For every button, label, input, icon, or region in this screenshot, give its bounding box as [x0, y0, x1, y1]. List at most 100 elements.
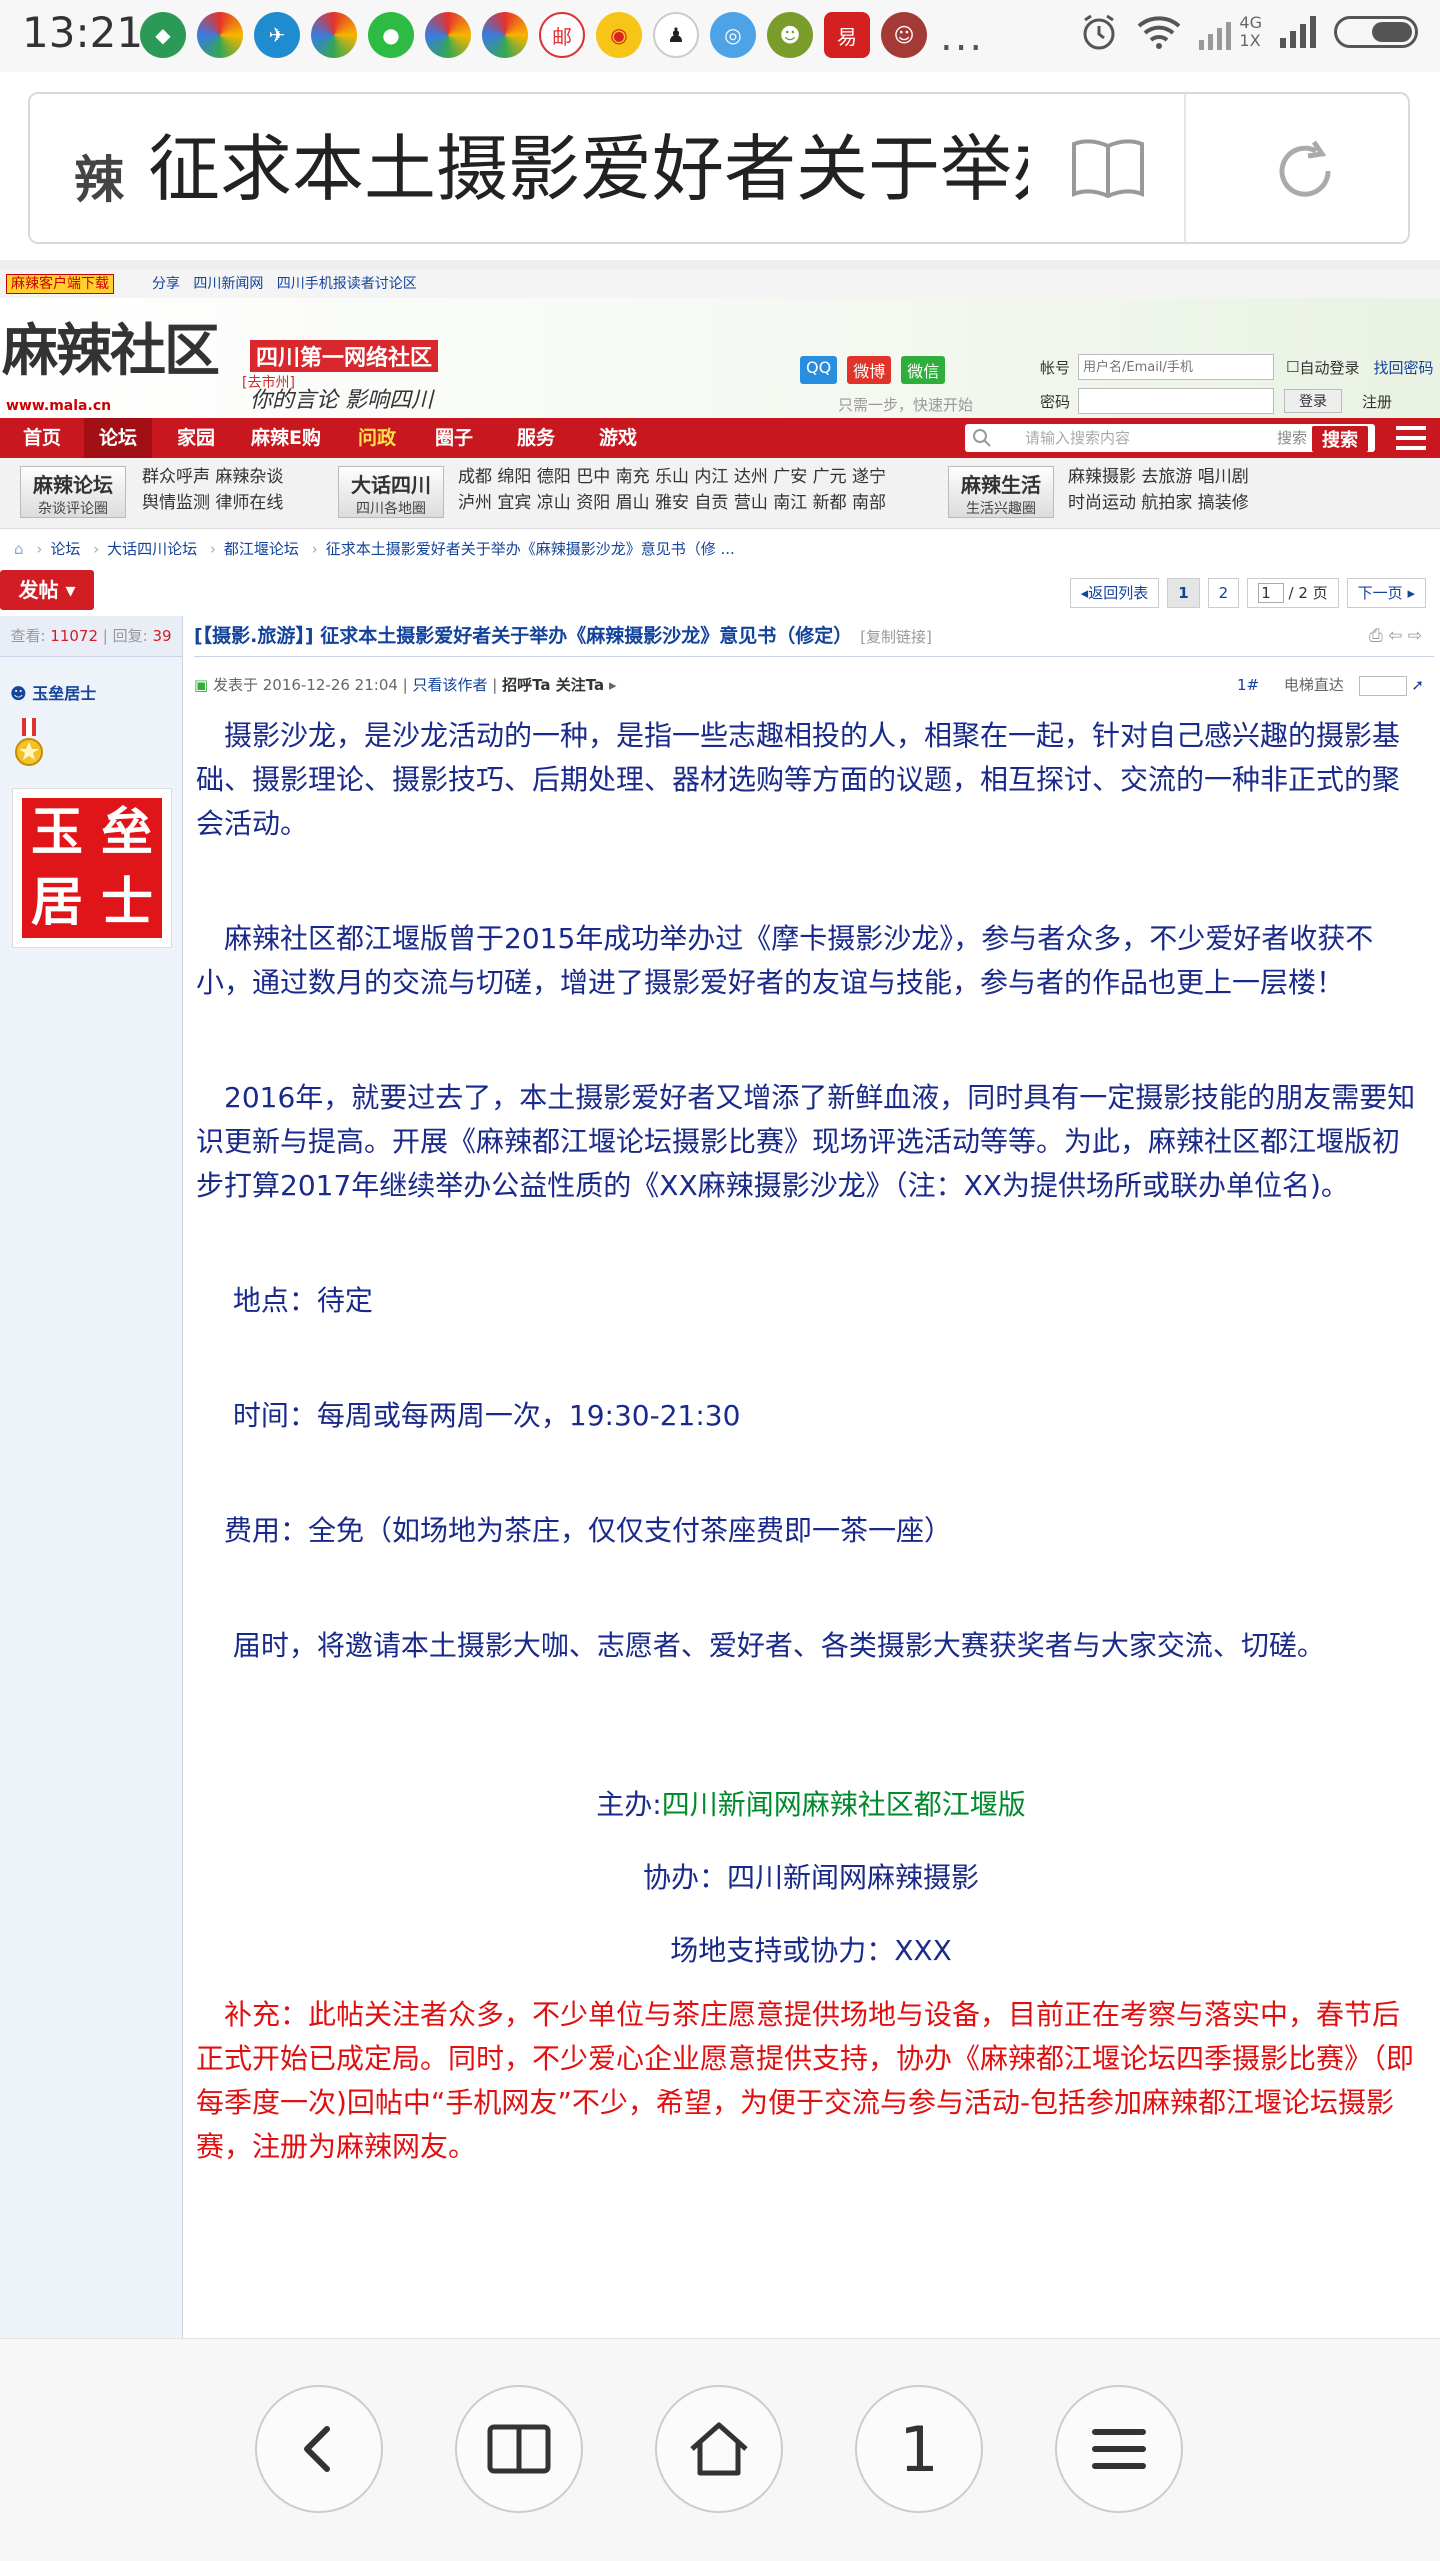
- subnav-group-life[interactable]: 麻辣生活 生活兴趣圈: [948, 466, 1054, 518]
- scol-link[interactable]: 四川新闻网: [193, 276, 263, 292]
- weibo-login-button[interactable]: 微博: [847, 356, 892, 384]
- medal-icon: [15, 718, 43, 766]
- paragraph-plan: 2016年，就要过去了，本土摄影爱好者又增添了新鲜血液，同时具有一定摄影技能的朋…: [196, 1081, 1416, 1202]
- account-input[interactable]: [1078, 354, 1275, 380]
- signal-icon: 4G 1X: [1199, 14, 1262, 50]
- qq-icon: ♟: [653, 12, 699, 58]
- next-page-button[interactable]: 下一页 ▸: [1346, 578, 1426, 608]
- elevator-input[interactable]: [1358, 675, 1407, 696]
- page-1[interactable]: 1: [1167, 578, 1200, 608]
- social-note: 只需一步，快速开始: [838, 396, 974, 414]
- main-nav: 首页 论坛 家园 麻辣E购 问政 圈子 服务 游戏 请输入搜索内容 搜索 搜索: [0, 418, 1440, 458]
- game-icon: ☻: [767, 12, 813, 58]
- only-author-link[interactable]: 只看该作者: [413, 676, 488, 694]
- toolbar-separator: [0, 260, 1440, 270]
- shield-icon: ◆: [140, 12, 186, 58]
- qq-login-button[interactable]: QQ: [800, 356, 838, 384]
- breadcrumb-forum[interactable]: 论坛: [50, 540, 80, 558]
- menu-icon: [1092, 2429, 1146, 2469]
- back-to-list-button[interactable]: ◂返回列表: [1069, 578, 1160, 608]
- app-icon: ◎: [710, 12, 756, 58]
- more-notifications: ...: [940, 14, 985, 60]
- online-icon: ▣: [194, 676, 209, 694]
- thread-stats: 查看: 11072 | 回复: 39: [0, 616, 182, 657]
- subnav-group-sub: 生活兴趣圈: [966, 501, 1036, 517]
- nav-home-space[interactable]: 家园: [156, 418, 236, 458]
- detail-place: 地点：待定: [196, 1284, 373, 1317]
- subnav-group-title: 麻辣生活: [961, 473, 1041, 497]
- status-bar: 13:21 ◆ ✈ ● 邮 ◉ ♟ ◎ ☻ 易 ☺ ... 4G 1X: [0, 0, 1440, 72]
- home-icon[interactable]: ⌂: [14, 540, 24, 558]
- site-header: 麻辣社区 www.mala.cn 四川第一网络社区 [去市州] 你的言论 影响四…: [0, 298, 1440, 418]
- reader-mode-icon[interactable]: [1070, 136, 1146, 200]
- paragraph-intro: 摄影沙龙，是沙龙活动的一种，是指一些志趣相投的人，相聚在一起，针对自己感兴趣的摄…: [196, 719, 1401, 840]
- nav-circles[interactable]: 圈子: [414, 418, 494, 458]
- subnav-links-mala[interactable]: 群众呼声 麻辣杂谈 舆情监测 律师在线: [142, 464, 283, 516]
- login-form: 帐号 ☐ 自动登录 找回密码 密码 登录 注册: [1040, 350, 1434, 418]
- floor-number[interactable]: 1#: [1237, 676, 1259, 694]
- go-icon[interactable]: ➚: [1411, 676, 1424, 694]
- network-type-secondary: 1X: [1239, 31, 1261, 50]
- subnav-group-sichuan[interactable]: 大话四川 四川各地圈: [338, 466, 444, 518]
- nav-home[interactable]: 首页: [0, 418, 84, 458]
- author-name[interactable]: ☻ 玉垒居士: [10, 680, 96, 704]
- greet-follow-link[interactable]: 招呼Ta 关注Ta: [502, 676, 604, 694]
- reload-icon[interactable]: [1270, 136, 1340, 206]
- tabs-button[interactable]: 1: [855, 2385, 983, 2513]
- nav-games[interactable]: 游戏: [578, 418, 658, 458]
- page-jump[interactable]: 1 / 2 页: [1247, 578, 1339, 608]
- menu-icon[interactable]: [1396, 426, 1426, 450]
- avatar-icon: ☺: [881, 12, 927, 58]
- reader-icon: [487, 2424, 551, 2474]
- nav-wenzheng[interactable]: 问政: [340, 418, 414, 458]
- reader-button[interactable]: [455, 2385, 583, 2513]
- login-button[interactable]: 登录: [1284, 389, 1343, 413]
- bird-icon: ✈: [254, 12, 300, 58]
- app-download-badge[interactable]: 麻辣客户端下载: [6, 274, 114, 294]
- web-page: 麻辣客户端下载 分享 四川新闻网 四川手机报读者讨论区 麻辣社区 www.mal…: [0, 270, 1440, 2338]
- new-post-button[interactable]: 发帖 ▾: [0, 570, 94, 610]
- copy-link-button[interactable]: [复制链接]: [860, 628, 932, 646]
- breadcrumb: ⌂ › 论坛 › 大话四川论坛 › 都江堰论坛 › 征求本土摄影爱好者关于举办《麻辣摄影…: [14, 540, 735, 558]
- page-2[interactable]: 2: [1207, 578, 1240, 608]
- post-toolbar: 发帖 ▾ ◂返回列表 1 2 1 / 2 页 下一页 ▸: [0, 568, 1440, 612]
- search-button[interactable]: 搜索: [1312, 426, 1368, 452]
- subnav-links-sichuan[interactable]: 成都 绵阳 德阳 巴中 南充 乐山 内江 达州 广安 广元 遂宁 泸州 宜宾 凉山…: [458, 464, 886, 516]
- browser-bottom-bar: 1: [0, 2338, 1440, 2561]
- nav-shop[interactable]: 麻辣E购: [240, 418, 332, 458]
- breadcrumb-sichuan[interactable]: 大话四川论坛: [107, 540, 197, 558]
- slogan: 四川第一网络社区 [去市州] 你的言论 影响四川: [242, 340, 480, 414]
- seal-image: 玉垒居士: [22, 798, 162, 938]
- breadcrumb-thread[interactable]: 征求本土摄影爱好者关于举办《麻辣摄影沙龙》意见书（修 ...: [326, 540, 735, 558]
- nav-forum[interactable]: 论坛: [84, 418, 152, 458]
- page-title[interactable]: 征求本土摄影爱好者关于举办《麻辣摄影沙龙》意见书: [148, 124, 1028, 214]
- site-logo[interactable]: 麻辣社区: [2, 306, 220, 387]
- tab-count: 1: [899, 2412, 939, 2486]
- subnav-group-mala[interactable]: 麻辣论坛 杂谈评论圈: [20, 466, 126, 518]
- back-button[interactable]: [255, 2385, 383, 2513]
- address-bar[interactable]: 辣 征求本土摄影爱好者关于举办《麻辣摄影沙龙》意见书: [28, 92, 1410, 244]
- wifi-icon: [1138, 16, 1181, 49]
- register-link[interactable]: 注册: [1362, 391, 1392, 412]
- breadcrumb-dujiangyan[interactable]: 都江堰论坛: [224, 540, 299, 558]
- venue-line: 场地支持或协力：XXX: [670, 1934, 952, 1967]
- wechat-login-button[interactable]: 微信: [901, 356, 946, 384]
- print-icon[interactable]: ⎙ ⇦ ⇨: [1369, 616, 1422, 656]
- share-link[interactable]: 分享: [152, 276, 180, 292]
- city-switch-link[interactable]: [去市州]: [242, 372, 295, 392]
- avatar[interactable]: 玉垒居士: [12, 788, 172, 948]
- menu-button[interactable]: [1055, 2385, 1183, 2513]
- browser-icon: [425, 12, 471, 58]
- mobile-paper-link[interactable]: 四川手机报读者讨论区: [277, 276, 417, 292]
- alarm-icon: [1083, 14, 1115, 50]
- password-input[interactable]: [1078, 388, 1275, 414]
- browser-icon: [482, 12, 528, 58]
- home-button[interactable]: [655, 2385, 783, 2513]
- subnav-links-life[interactable]: 麻辣摄影 去旅游 唱川剧 时尚运动 航拍家 搞装修: [1068, 464, 1249, 516]
- nav-services[interactable]: 服务: [496, 418, 576, 458]
- post-content: 摄影沙龙，是沙龙活动的一种，是指一些志趣相投的人，相聚在一起，针对自己感兴趣的摄…: [196, 714, 1426, 2169]
- back-icon: [304, 2426, 330, 2472]
- auto-login-checkbox[interactable]: ☐: [1286, 358, 1299, 376]
- recover-password-link[interactable]: 找回密码: [1373, 357, 1433, 378]
- paragraph-history: 麻辣社区都江堰版曾于2015年成功举办过《摩卡摄影沙龙》，参与者众多，不少爱好者…: [196, 922, 1374, 999]
